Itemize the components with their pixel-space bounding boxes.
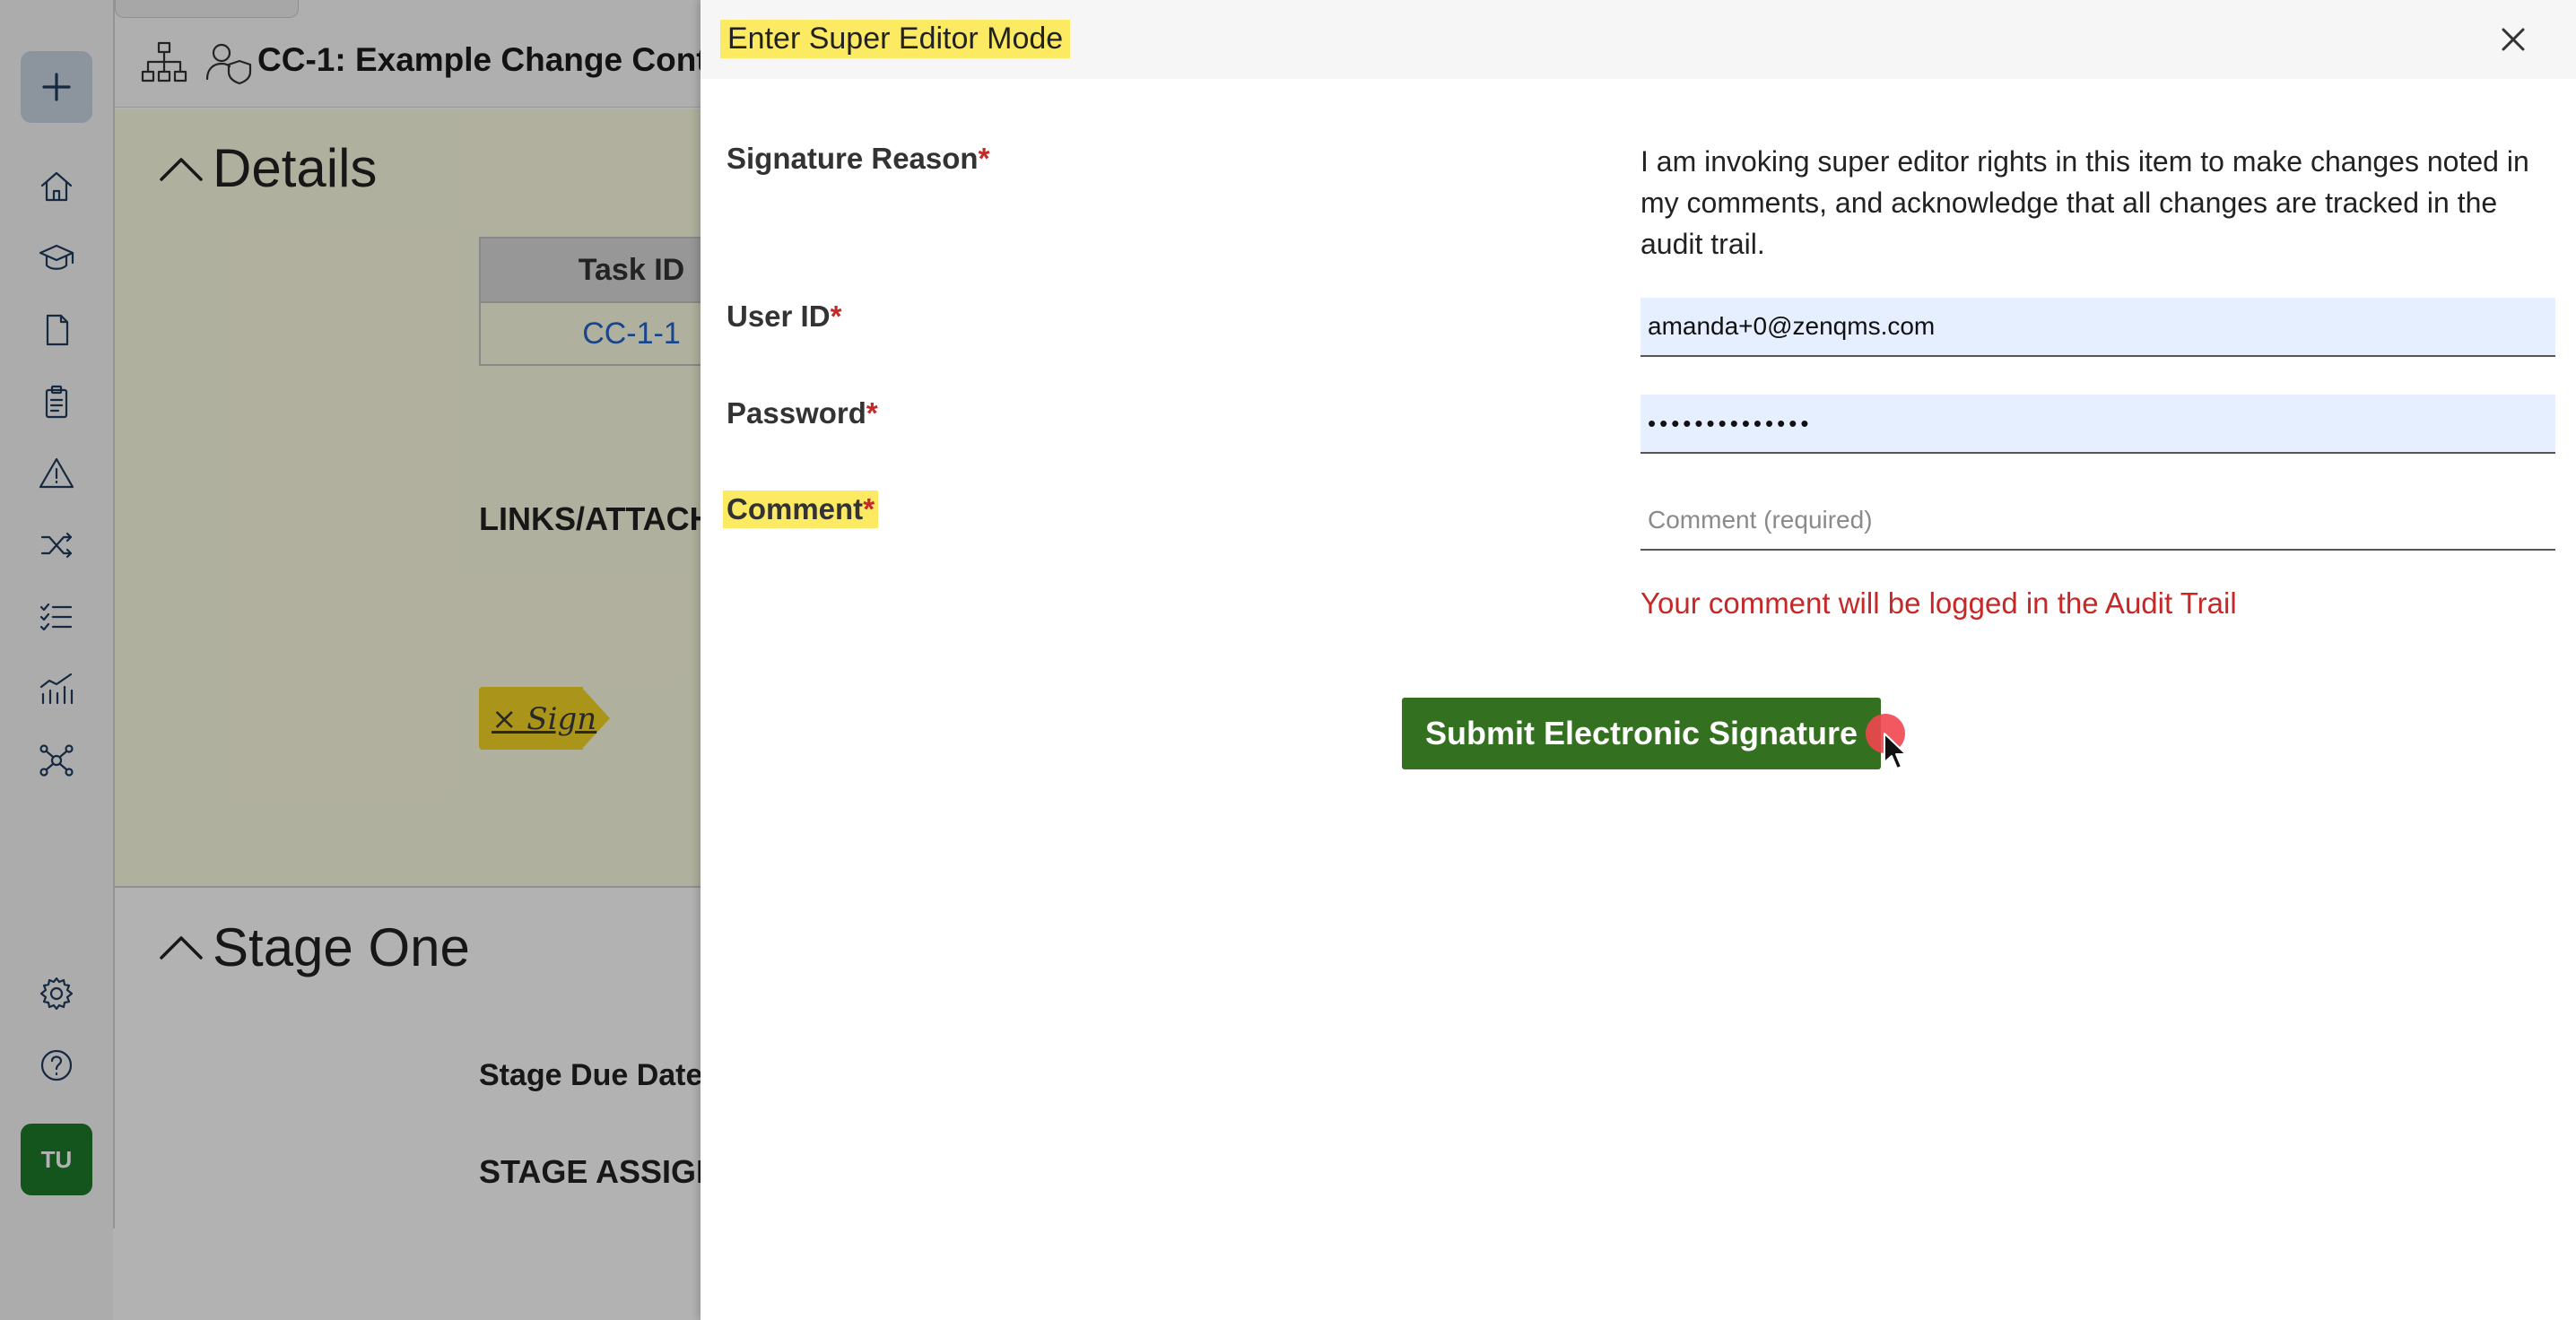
signature-reason-text: I am invoking super editor rights in thi… [1640,145,2529,260]
modal-backdrop[interactable] [0,0,701,1320]
close-button[interactable] [2493,20,2533,59]
comment-label: Comment* [723,491,879,528]
submit-signature-button[interactable]: Submit Electronic Signature [1402,698,1881,769]
user-id-label: User ID* [727,300,842,333]
mouse-cursor-icon [1884,733,1907,769]
audit-trail-note: Your comment will be logged in the Audit… [1640,586,2237,620]
signature-reason-label: Signature Reason* [727,142,990,175]
user-id-input[interactable]: amanda+0@zenqms.com [1640,298,2555,357]
comment-input[interactable] [1640,491,2555,551]
close-icon [2502,28,2525,51]
super-editor-dialog: Enter Super Editor Mode Signature Reason… [701,0,2576,1320]
password-label: Password* [727,396,878,430]
dialog-title: Enter Super Editor Mode [720,20,1071,58]
password-input[interactable]: •••••••••••••• [1640,395,2555,454]
dialog-header: Enter Super Editor Mode [701,0,2576,79]
